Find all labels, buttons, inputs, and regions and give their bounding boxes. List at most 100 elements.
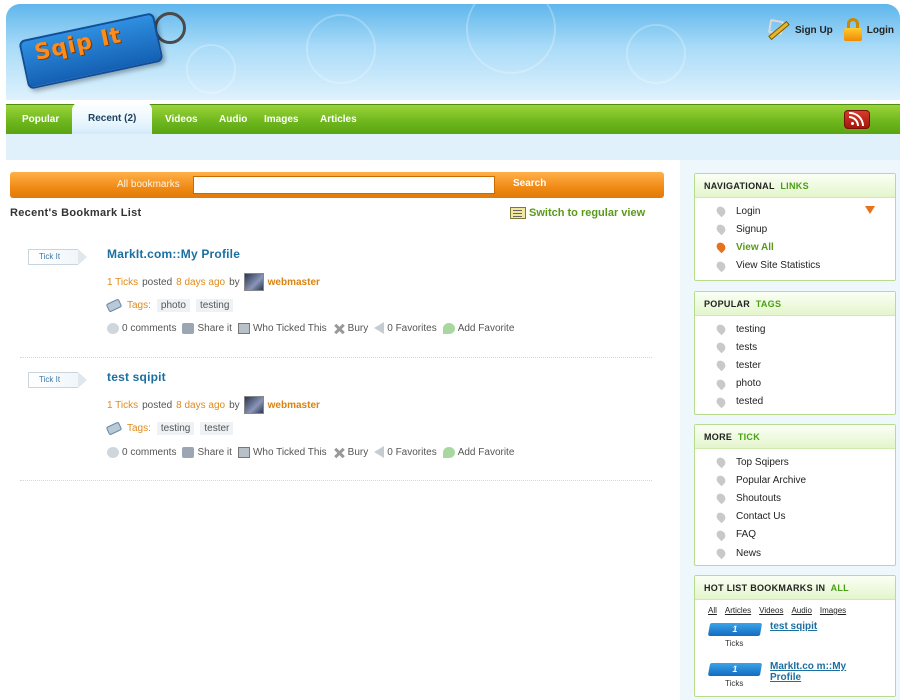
tick-count-badge[interactable]: 1: [707, 623, 763, 636]
navigational-links-panel: NAVIGATIONAL LINKS Login Signup View All…: [694, 173, 896, 281]
tab-articles[interactable]: Articles: [320, 105, 357, 135]
bury-label: Bury: [347, 446, 369, 458]
signup-link[interactable]: Sign Up: [765, 18, 833, 42]
popular-tag-link[interactable]: tested: [695, 393, 895, 411]
tab-audio[interactable]: Audio: [219, 105, 247, 135]
tab-popular[interactable]: Popular: [22, 105, 59, 135]
login-link[interactable]: Login: [843, 18, 894, 42]
heart-icon: [714, 510, 728, 523]
tab-recent[interactable]: Recent (2): [72, 102, 153, 135]
main-nav: Popular Recent (2) Videos Audio Images A…: [6, 102, 900, 135]
sidebar-item-popular-archive[interactable]: Popular Archive: [695, 471, 895, 489]
tag-link[interactable]: photo: [156, 299, 190, 312]
bookmark-tags: Tags: photo testing: [105, 298, 234, 313]
search-bar: All bookmarks Search: [10, 172, 664, 198]
username-link[interactable]: webmaster: [268, 277, 320, 288]
tick-count[interactable]: 1 Ticks: [107, 277, 138, 288]
sidebar: NAVIGATIONAL LINKS Login Signup View All…: [680, 160, 900, 700]
page-title: Recent's Bookmark List: [10, 207, 142, 219]
popular-tag-link[interactable]: tests: [695, 338, 895, 356]
x-icon: [333, 323, 345, 334]
tab-images[interactable]: Images: [264, 105, 298, 135]
tag-link[interactable]: tester: [200, 422, 234, 435]
who-ticked-link[interactable]: Who Ticked This: [237, 446, 327, 458]
tag-link[interactable]: testing: [195, 299, 234, 312]
hot-tab-videos[interactable]: Videos: [759, 606, 783, 615]
hot-list-panel: HOT LIST BOOKMARKS IN ALL All Articles V…: [694, 575, 896, 697]
search-button[interactable]: Search: [513, 178, 546, 189]
posted-ago: 8 days ago: [176, 399, 226, 411]
username-link[interactable]: webmaster: [268, 400, 320, 411]
sidebar-item-login[interactable]: Login: [695, 202, 895, 220]
tick-it-button[interactable]: Tick It: [28, 249, 87, 265]
panel-title: NAVIGATIONAL LINKS: [695, 174, 895, 198]
bookmark-item: Tick It MarkIt.com::My Profile 1 Ticks p…: [0, 240, 670, 360]
divider: [20, 357, 652, 358]
tag-link[interactable]: testing: [156, 422, 195, 435]
posted-ago: 8 days ago: [176, 276, 226, 288]
favorite-arrow-icon: [374, 322, 385, 334]
hot-tab-audio[interactable]: Audio: [791, 606, 811, 615]
tags-label: Tags:: [127, 300, 151, 311]
who-ticked-link[interactable]: Who Ticked This: [237, 322, 327, 334]
list-view-icon: [510, 207, 526, 219]
favorites-count[interactable]: 0 Favorites: [374, 322, 437, 334]
popular-tag-link[interactable]: tester: [695, 356, 895, 374]
avatar[interactable]: [243, 396, 264, 414]
avatar[interactable]: [243, 273, 264, 291]
sidebar-item-signup[interactable]: Signup: [695, 220, 895, 238]
add-favorite-link[interactable]: Add Favorite: [442, 446, 514, 458]
share-link[interactable]: Share it: [182, 446, 232, 458]
add-favorite-icon: [442, 446, 455, 458]
add-favorite-label: Add Favorite: [457, 322, 515, 334]
tick-count[interactable]: 1 Ticks: [107, 400, 138, 411]
sidebar-item-top-sqipers[interactable]: Top Sqipers: [695, 453, 895, 471]
bury-link[interactable]: Bury: [333, 323, 369, 334]
who-ticked-label: Who Ticked This: [252, 446, 327, 458]
comments-link[interactable]: 0 comments: [107, 322, 176, 334]
tick-count-badge[interactable]: 1: [707, 663, 763, 676]
site-logo[interactable]: Sqip It: [16, 10, 196, 90]
heart-icon: [714, 528, 728, 542]
tag-icon: [105, 421, 123, 436]
sidebar-item-site-statistics[interactable]: View Site Statistics: [695, 257, 895, 275]
share-label: Share it: [197, 322, 232, 334]
pencil-icon: [765, 18, 791, 42]
rss-icon[interactable]: [844, 110, 870, 129]
share-icon: [182, 322, 195, 334]
bookmark-title-link[interactable]: MarkIt.com::My Profile: [107, 247, 240, 261]
popular-tags-panel: POPULAR TAGS testing tests tester photo …: [694, 291, 896, 415]
popular-tag-link[interactable]: photo: [695, 375, 895, 393]
popular-tag-link[interactable]: testing: [695, 320, 895, 338]
header-swirl: [626, 24, 686, 84]
ticks-label: Ticks: [725, 639, 744, 648]
bury-link[interactable]: Bury: [333, 447, 369, 458]
bookmark-title-link[interactable]: test sqipit: [107, 370, 166, 384]
hot-tab-images[interactable]: Images: [820, 606, 846, 615]
hot-tab-all[interactable]: All: [708, 606, 717, 615]
switch-view-link[interactable]: Switch to regular view: [510, 207, 645, 219]
hot-list-link[interactable]: test sqipit: [770, 621, 880, 632]
sidebar-item-contact-us[interactable]: Contact Us: [695, 508, 895, 526]
tab-videos[interactable]: Videos: [165, 105, 198, 135]
heart-icon: [714, 492, 728, 505]
sidebar-item-news[interactable]: News: [695, 544, 895, 562]
sidebar-item-shoutouts[interactable]: Shoutouts: [695, 489, 895, 507]
bookmark-item: Tick It test sqipit 1 Ticks posted 8 day…: [0, 363, 670, 483]
search-input[interactable]: [193, 176, 495, 194]
comment-icon: [107, 322, 119, 334]
tick-it-button[interactable]: Tick It: [28, 372, 87, 388]
sidebar-item-faq[interactable]: FAQ: [695, 526, 895, 544]
favorites-count[interactable]: 0 Favorites: [374, 446, 437, 458]
panel-title: HOT LIST BOOKMARKS IN ALL: [695, 576, 895, 600]
more-tick-panel: MORE TICK Top Sqipers Popular Archive Sh…: [694, 424, 896, 566]
add-favorite-link[interactable]: Add Favorite: [442, 322, 515, 334]
favorites-label: 0 Favorites: [387, 322, 437, 334]
by-text: by: [229, 276, 240, 288]
hot-list-link[interactable]: MarkIt.co m::My Profile: [770, 661, 880, 683]
heart-icon: [714, 341, 728, 354]
sidebar-item-view-all[interactable]: View All: [695, 238, 895, 256]
share-link[interactable]: Share it: [182, 322, 232, 334]
hot-tab-articles[interactable]: Articles: [725, 606, 751, 615]
comments-link[interactable]: 0 comments: [107, 446, 176, 458]
